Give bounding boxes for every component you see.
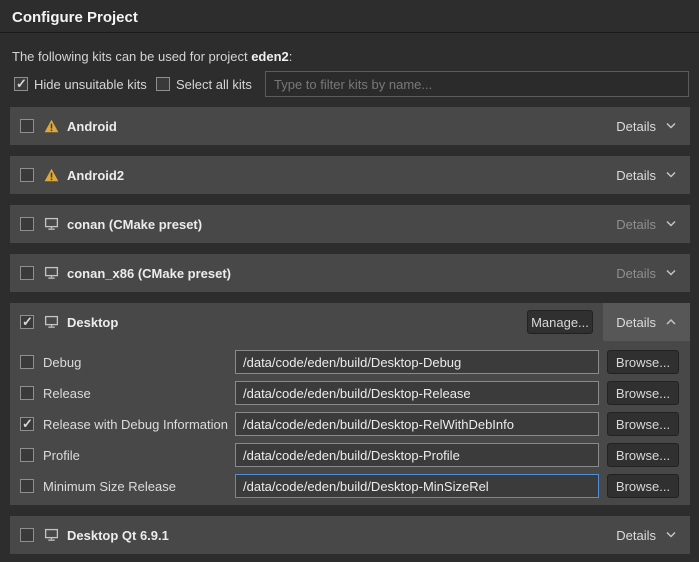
- kit-row-header[interactable]: Android: [10, 107, 690, 145]
- build-path-input[interactable]: [235, 350, 599, 374]
- chevron-down-icon: [665, 171, 677, 179]
- config-label: Minimum Size Release: [43, 479, 176, 494]
- kit-filter-input[interactable]: [265, 71, 689, 97]
- config-checkbox[interactable]: [20, 355, 34, 369]
- browse-button[interactable]: Browse...: [607, 412, 679, 436]
- hide-unsuitable-kits-label[interactable]: Hide unsuitable kits: [34, 77, 147, 92]
- intro-text: The following kits can be used for proje…: [12, 49, 292, 64]
- checkbox-icon[interactable]: [156, 77, 170, 91]
- desktop-icon: [44, 266, 59, 280]
- details-label[interactable]: Details: [616, 528, 656, 543]
- kit-name: conan (CMake preset): [67, 217, 202, 232]
- kit-row-header[interactable]: conan_x86 (CMake preset): [10, 254, 690, 292]
- build-path-input[interactable]: [235, 412, 599, 436]
- kit-checkbox[interactable]: [20, 315, 34, 329]
- chevron-up-icon: [665, 318, 677, 326]
- desktop-icon: [44, 315, 59, 329]
- browse-button[interactable]: Browse...: [607, 474, 679, 498]
- kit-row-header[interactable]: conan (CMake preset): [10, 205, 690, 243]
- config-checkbox[interactable]: [20, 417, 34, 431]
- kit-details-toggle[interactable]: Details: [603, 516, 690, 554]
- config-label: Release: [43, 386, 91, 401]
- config-checkbox[interactable]: [20, 386, 34, 400]
- kit-row-android2[interactable]: Android2 Details: [10, 156, 690, 194]
- page-title: Configure Project: [12, 9, 138, 26]
- kit-details-toggle[interactable]: Details: [603, 156, 690, 194]
- desktop-icon: [44, 217, 59, 231]
- kit-details-toggle[interactable]: Details: [603, 254, 690, 292]
- browse-button[interactable]: Browse...: [607, 381, 679, 405]
- kit-row-header[interactable]: Desktop Qt 6.9.1: [10, 516, 690, 554]
- details-label[interactable]: Details: [616, 168, 656, 183]
- kit-checkbox[interactable]: [20, 266, 34, 280]
- chevron-down-icon: [665, 531, 677, 539]
- build-path-input[interactable]: [235, 443, 599, 467]
- select-all-kits-checkbox[interactable]: Select all kits: [156, 76, 252, 92]
- build-config-row-minsizerel: Minimum Size Release Browse...: [10, 474, 690, 498]
- kit-row-desktop-expanded: Desktop Manage... Details Debug Browse..…: [10, 303, 690, 505]
- build-path-input[interactable]: [235, 381, 599, 405]
- manage-kits-button[interactable]: Manage...: [527, 310, 593, 334]
- details-label[interactable]: Details: [616, 266, 656, 281]
- kit-details-toggle[interactable]: Details: [603, 107, 690, 145]
- details-label[interactable]: Details: [616, 315, 656, 330]
- browse-button[interactable]: Browse...: [607, 350, 679, 374]
- kit-row-android[interactable]: Android Details: [10, 107, 690, 145]
- kit-name: Desktop: [67, 315, 118, 330]
- kit-row-conan[interactable]: conan (CMake preset) Details: [10, 205, 690, 243]
- kit-name: conan_x86 (CMake preset): [67, 266, 231, 281]
- kit-name: Android: [67, 119, 117, 134]
- kit-row-header[interactable]: Android2: [10, 156, 690, 194]
- kit-row-conan-x86[interactable]: conan_x86 (CMake preset) Details: [10, 254, 690, 292]
- desktop-icon: [44, 528, 59, 542]
- project-name: eden2: [251, 49, 289, 64]
- kit-row-desktop-qt[interactable]: Desktop Qt 6.9.1 Details: [10, 516, 690, 554]
- build-path-input[interactable]: [235, 474, 599, 498]
- kit-checkbox[interactable]: [20, 168, 34, 182]
- checkbox-icon[interactable]: [14, 77, 28, 91]
- config-label: Profile: [43, 448, 80, 463]
- build-config-row-relwithdebinfo: Release with Debug Information Browse...: [10, 412, 690, 436]
- chevron-down-icon: [665, 122, 677, 130]
- kit-name: Android2: [67, 168, 124, 183]
- chevron-down-icon: [665, 220, 677, 228]
- kit-checkbox[interactable]: [20, 217, 34, 231]
- browse-button[interactable]: Browse...: [607, 443, 679, 467]
- config-label: Release with Debug Information: [43, 417, 228, 432]
- kit-details-toggle[interactable]: Details: [603, 303, 690, 341]
- kit-checkbox[interactable]: [20, 528, 34, 542]
- kit-checkbox[interactable]: [20, 119, 34, 133]
- details-label[interactable]: Details: [616, 119, 656, 134]
- chevron-down-icon: [665, 269, 677, 277]
- select-all-kits-label[interactable]: Select all kits: [176, 77, 252, 92]
- config-checkbox[interactable]: [20, 448, 34, 462]
- hide-unsuitable-kits-checkbox[interactable]: Hide unsuitable kits: [14, 76, 147, 92]
- intro-suffix: :: [289, 49, 293, 64]
- build-config-row-debug: Debug Browse...: [10, 350, 690, 374]
- kit-details-toggle[interactable]: Details: [603, 205, 690, 243]
- config-checkbox[interactable]: [20, 479, 34, 493]
- title-separator: [0, 32, 699, 33]
- kit-name: Desktop Qt 6.9.1: [67, 528, 169, 543]
- build-config-row-release: Release Browse...: [10, 381, 690, 405]
- intro-prefix: The following kits can be used for proje…: [12, 49, 251, 64]
- details-label[interactable]: Details: [616, 217, 656, 232]
- build-config-row-profile: Profile Browse...: [10, 443, 690, 467]
- config-label: Debug: [43, 355, 81, 370]
- warning-icon: [44, 168, 59, 182]
- warning-icon: [44, 119, 59, 133]
